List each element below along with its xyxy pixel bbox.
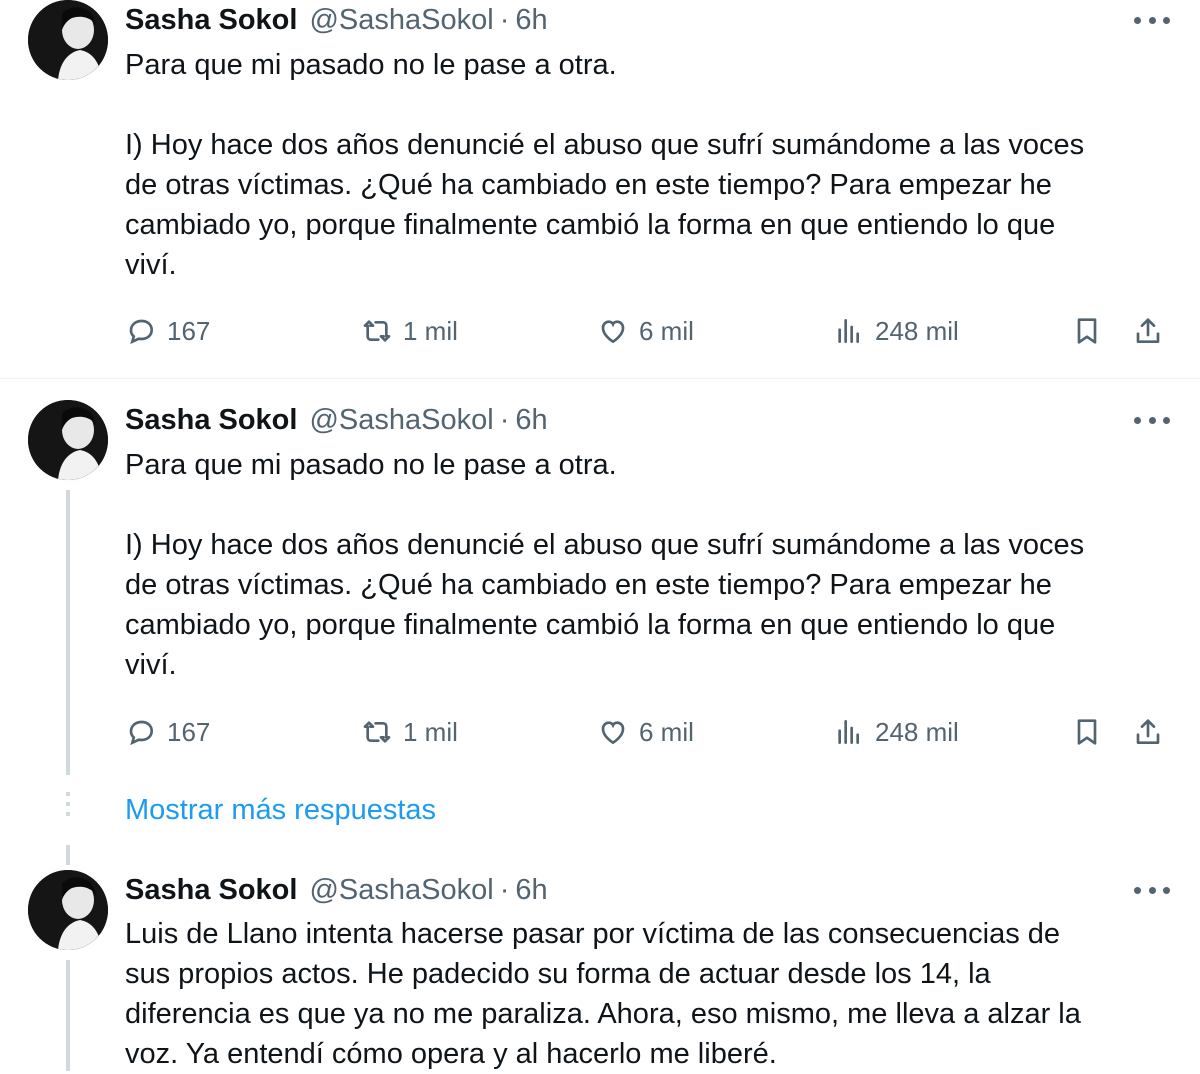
- views-icon: [838, 319, 859, 343]
- like-button[interactable]: 6 mil: [597, 311, 694, 351]
- like-count: 6 mil: [639, 315, 694, 346]
- views-button[interactable]: 248 mil: [833, 311, 959, 351]
- more-options-icon[interactable]: [1134, 876, 1170, 904]
- reply-count: 167: [167, 716, 211, 747]
- header-separator: ·: [499, 3, 510, 36]
- header-separator: ·: [499, 873, 510, 906]
- views-count: 248 mil: [875, 716, 959, 747]
- author-handle[interactable]: @SashaSokol: [309, 874, 493, 907]
- author-name[interactable]: Sasha Sokol: [125, 404, 297, 437]
- bookmark-button[interactable]: [1071, 712, 1103, 752]
- like-count: 6 mil: [639, 716, 694, 747]
- retweet-button[interactable]: 1 mil: [361, 712, 458, 752]
- heart-icon: [601, 320, 625, 344]
- retweet-icon: [363, 320, 391, 342]
- reply-icon: [129, 319, 154, 345]
- bookmark-button[interactable]: [1071, 311, 1103, 351]
- author-name[interactable]: Sasha Sokol: [125, 4, 297, 37]
- views-icon: [838, 720, 859, 744]
- tweet-text: Para que mi pasado no le pase a otra. I)…: [125, 449, 1085, 681]
- reply-button[interactable]: 167: [125, 311, 210, 351]
- heart-icon: [601, 721, 625, 745]
- retweet-icon: [363, 721, 391, 743]
- tweet-timestamp[interactable]: 6h: [515, 404, 547, 437]
- tweet-header: Sasha Sokol @SashaSokol · 6h: [125, 870, 548, 910]
- tweet-divider: [0, 378, 1200, 379]
- reply-button[interactable]: 167: [125, 712, 210, 752]
- views-count: 248 mil: [875, 315, 959, 346]
- share-button[interactable]: [1132, 311, 1164, 351]
- tweet-text: Luis de Llano intenta hacerse pasar por …: [125, 918, 1081, 1070]
- tweet-header: Sasha Sokol @SashaSokol · 6h: [125, 400, 548, 440]
- retweet-count: 1 mil: [403, 315, 458, 346]
- share-icon: [1136, 318, 1160, 343]
- tweet-timestamp[interactable]: 6h: [515, 4, 547, 37]
- author-handle[interactable]: @SashaSokol: [309, 404, 493, 437]
- thread-dots: [66, 792, 70, 822]
- avatar[interactable]: [28, 870, 108, 950]
- tweet-header: Sasha Sokol @SashaSokol · 6h: [125, 0, 548, 40]
- bookmark-icon: [1077, 318, 1097, 344]
- avatar-image: [28, 400, 108, 480]
- retweet-count: 1 mil: [403, 716, 458, 747]
- share-button[interactable]: [1132, 712, 1164, 752]
- show-more-replies-link[interactable]: Mostrar más respuestas: [125, 790, 436, 830]
- more-options-icon[interactable]: [1134, 406, 1170, 434]
- avatar-image: [28, 0, 108, 80]
- bookmark-icon: [1077, 719, 1097, 745]
- tweet[interactable]: Sasha Sokol @SashaSokol · 6h Para que mi…: [0, 0, 1200, 378]
- thread-line: [66, 845, 70, 865]
- tweet-text: Para que mi pasado no le pase a otra. I)…: [125, 49, 1085, 281]
- share-icon: [1136, 719, 1160, 744]
- avatar-image: [28, 870, 108, 950]
- reply-count: 167: [167, 315, 211, 346]
- tweet[interactable]: Sasha Sokol @SashaSokol · 6h Para que mi…: [0, 400, 1200, 780]
- reply-icon: [129, 720, 154, 746]
- tweet-actions: 167 1 mil 6 mil 248 mil: [125, 311, 1170, 351]
- tweet[interactable]: Sasha Sokol @SashaSokol · 6h Luis de Lla…: [0, 870, 1200, 1071]
- author-name[interactable]: Sasha Sokol: [125, 874, 297, 907]
- like-button[interactable]: 6 mil: [597, 712, 694, 752]
- views-button[interactable]: 248 mil: [833, 712, 959, 752]
- header-separator: ·: [499, 403, 510, 436]
- tweet-actions: 167 1 mil 6 mil 248 mil: [125, 712, 1170, 752]
- avatar[interactable]: [28, 0, 108, 80]
- more-options-icon[interactable]: [1134, 6, 1170, 34]
- tweet-timestamp[interactable]: 6h: [515, 874, 547, 907]
- avatar[interactable]: [28, 400, 108, 480]
- retweet-button[interactable]: 1 mil: [361, 311, 458, 351]
- author-handle[interactable]: @SashaSokol: [309, 4, 493, 37]
